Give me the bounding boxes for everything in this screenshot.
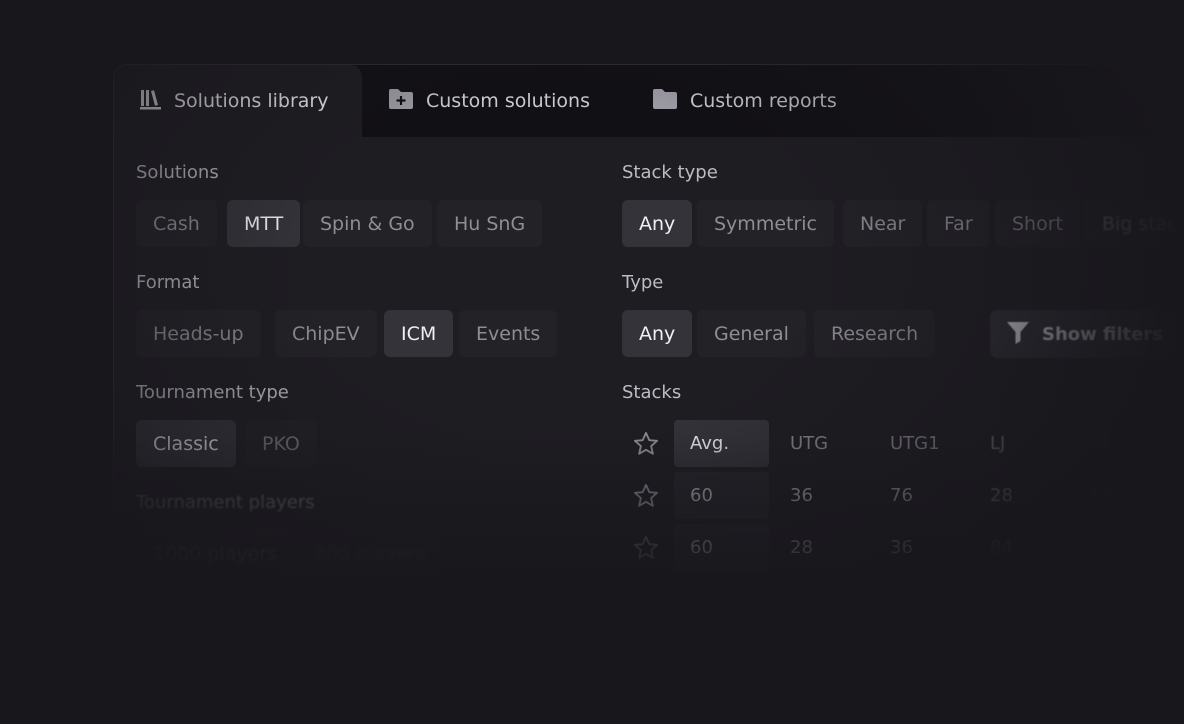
solutions-option-mtt[interactable]: MTT [227, 200, 301, 247]
tournament-players-option-1000[interactable]: 1000 players [136, 530, 295, 577]
format-option-icm[interactable]: ICM [384, 310, 454, 357]
stacks-cell[interactable]: 36 [890, 524, 913, 571]
format-label: Format [136, 272, 200, 293]
stacks-label: Stacks [622, 382, 682, 403]
tab-label: Solutions library [174, 90, 329, 112]
tournament-players-label: Tournament players [136, 492, 315, 513]
stacks-cell[interactable]: 60 [674, 524, 769, 571]
folder-icon [652, 88, 678, 115]
stack-type-label: Stack type [622, 162, 718, 183]
format-option-events[interactable]: Events [459, 310, 558, 357]
stacks-header-avg[interactable]: Avg. [674, 420, 769, 467]
tournament-type-option-pko[interactable]: PKO [245, 420, 317, 467]
stacks-header-lj: LJ [990, 433, 1006, 454]
stacks-header-utg: UTG [790, 433, 829, 454]
stacks-cell[interactable]: 60 [674, 472, 769, 519]
stack-type-option-big-stack[interactable]: Big stac [1085, 200, 1184, 247]
tournament-type-option-classic[interactable]: Classic [136, 420, 236, 467]
format-option-chipev[interactable]: ChipEV [275, 310, 377, 357]
star-icon[interactable] [632, 482, 660, 510]
stacks-cell[interactable]: 28 [990, 472, 1013, 519]
solutions-label: Solutions [136, 162, 219, 183]
stacks-cell[interactable]: 84 [990, 524, 1013, 571]
stacks-cell[interactable]: 68 [1090, 472, 1113, 519]
tab-solutions-library[interactable]: Solutions library [114, 65, 362, 137]
solutions-option-cash[interactable]: Cash [136, 200, 217, 247]
tab-label: Custom reports [690, 90, 837, 112]
type-label: Type [622, 272, 664, 293]
funnel-icon [1006, 320, 1030, 349]
tab-label: Custom solutions [426, 90, 590, 112]
tournament-type-label: Tournament type [136, 382, 289, 403]
stack-type-option-any[interactable]: Any [622, 200, 693, 247]
tab-custom-reports[interactable]: Custom reports [652, 65, 837, 137]
stack-type-option-short[interactable]: Short [995, 200, 1080, 247]
star-icon[interactable] [632, 534, 660, 562]
stack-type-option-symmetric[interactable]: Symmetric [697, 200, 834, 247]
books-icon [140, 88, 162, 115]
type-option-research[interactable]: Research [814, 310, 936, 357]
stacks-cell[interactable]: 52 [1090, 524, 1113, 571]
tab-custom-solutions[interactable]: Custom solutions [388, 65, 590, 137]
type-option-any[interactable]: Any [622, 310, 693, 357]
stacks-header-utg1: UTG1 [890, 433, 940, 454]
format-option-heads-up[interactable]: Heads-up [136, 310, 261, 357]
solutions-option-hu-sng[interactable]: Hu SnG [437, 200, 543, 247]
tab-bar: Solutions library Custom solutions Custo… [114, 65, 1184, 137]
tournament-players-option-200[interactable]: 200 players [297, 530, 443, 577]
show-filters-label: Show filters [1042, 323, 1163, 345]
stack-type-option-near[interactable]: Near [843, 200, 923, 247]
stacks-cell[interactable]: 76 [890, 472, 913, 519]
type-option-general[interactable]: General [697, 310, 806, 357]
star-icon[interactable] [632, 430, 660, 458]
stacks-cell[interactable]: 28 [790, 524, 813, 571]
solutions-option-spin-go[interactable]: Spin & Go [303, 200, 432, 247]
show-filters-button[interactable]: Show filters [990, 310, 1176, 358]
stack-type-option-far[interactable]: Far [927, 200, 990, 247]
stacks-cell[interactable]: 36 [790, 472, 813, 519]
stacks-header-hj: HJ [1090, 433, 1109, 454]
folder-plus-icon [388, 88, 414, 115]
